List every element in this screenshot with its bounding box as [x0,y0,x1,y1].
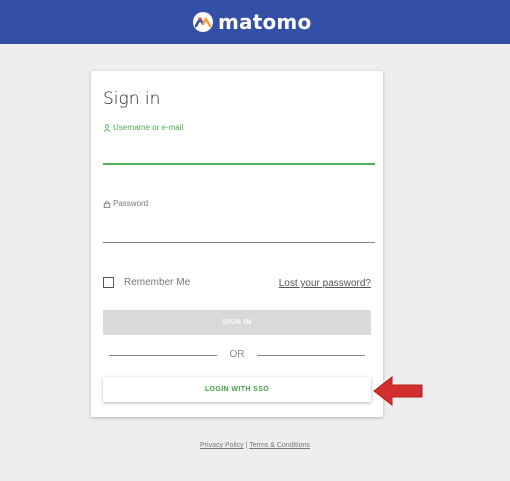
brand-name: matomo [218,10,312,34]
or-divider: OR [109,349,365,361]
username-label: Username or e-mail [103,123,183,132]
lock-icon [103,200,111,208]
password-input[interactable] [103,216,375,243]
password-label: Password [103,199,148,208]
top-header-bar: matomo [0,0,510,44]
red-arrow-icon [373,375,423,407]
matomo-logo-icon [193,12,213,32]
matomo-logo[interactable]: matomo [193,10,311,34]
username-input[interactable] [103,137,375,165]
terms-link[interactable]: Terms & Conditions [249,442,310,449]
password-label-text: Password [113,199,149,208]
sign-in-button[interactable]: SIGN IN [103,310,371,335]
user-icon [103,123,111,132]
lost-password-link[interactable]: Lost your password? [279,278,371,289]
footer-separator: | [245,442,248,449]
page-title: Sign in [103,89,161,109]
remember-me[interactable]: Remember Me [103,277,190,288]
username-label-text: Username or e-mail [113,123,184,132]
footer-links: Privacy Policy | Terms & Conditions [0,442,510,449]
login-card: Sign in Username or e-mail Password Reme… [91,71,383,417]
login-with-sso-button[interactable]: LOGIN WITH SSO [103,377,371,402]
remember-me-label[interactable]: Remember Me [124,277,190,288]
privacy-policy-link[interactable]: Privacy Policy [200,442,244,449]
remember-me-checkbox[interactable] [103,277,114,288]
or-divider-line-right [257,355,365,356]
